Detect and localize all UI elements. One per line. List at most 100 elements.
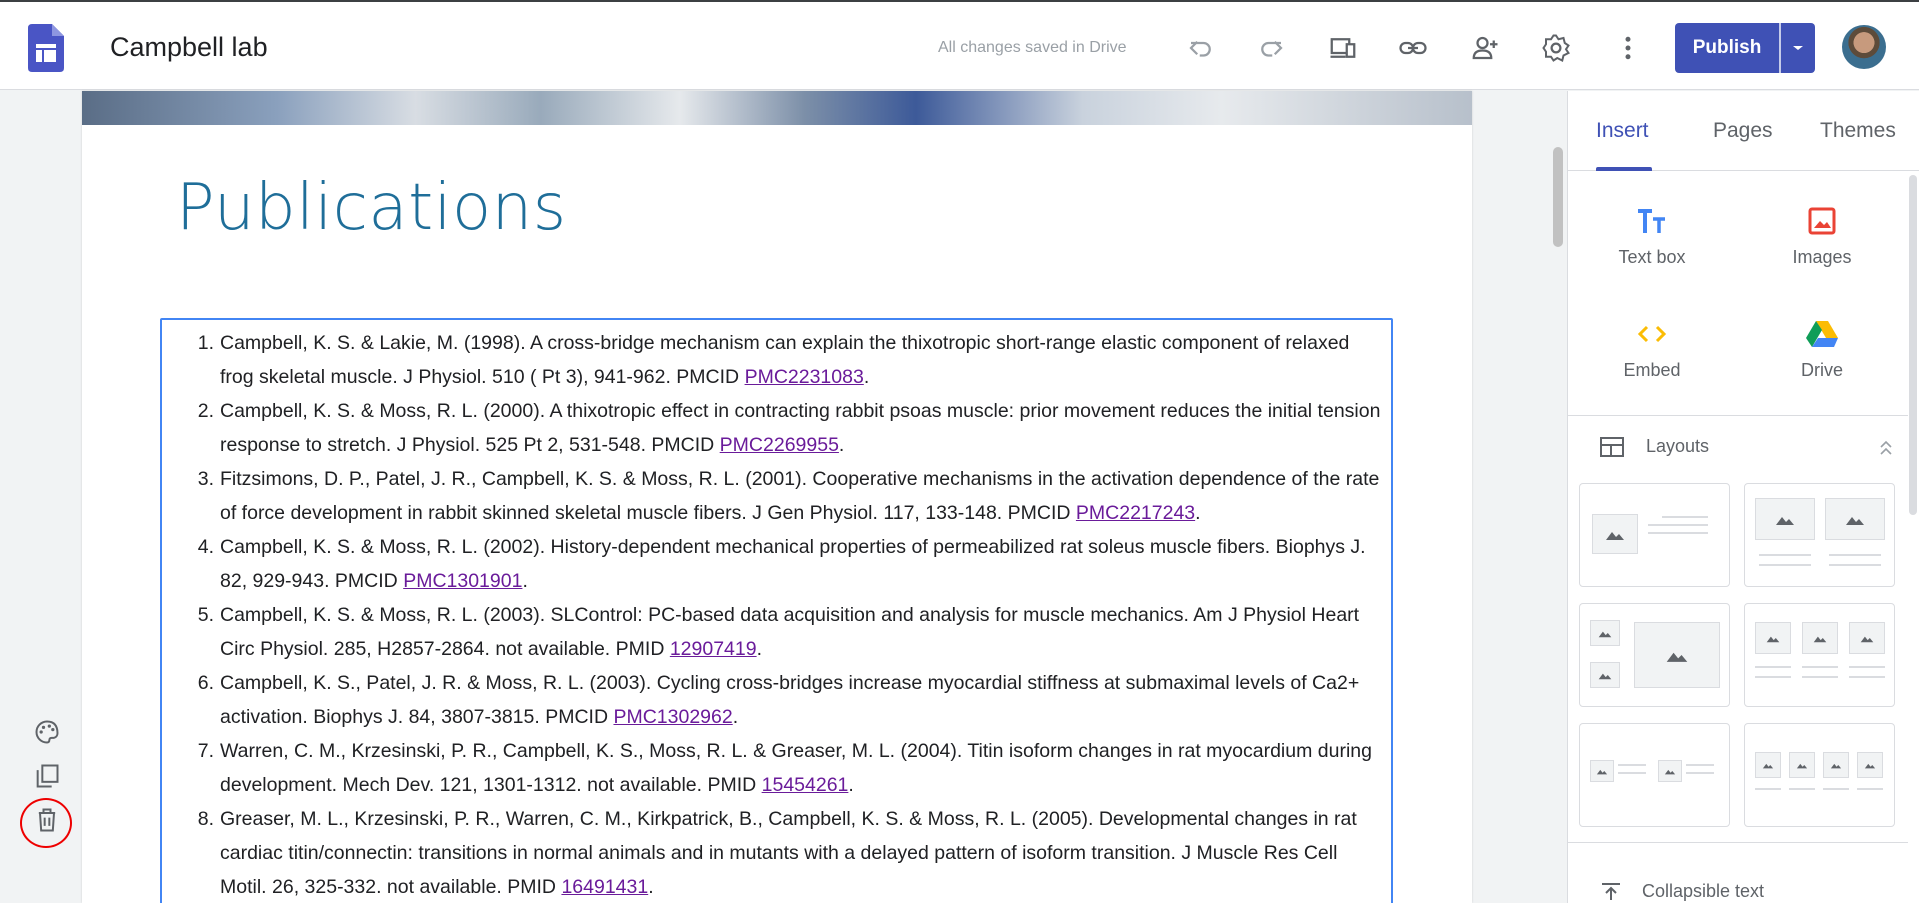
sites-logo-icon[interactable] xyxy=(28,24,64,72)
collapsible-text-label: Collapsible text xyxy=(1642,881,1765,901)
more-icon[interactable] xyxy=(1610,30,1646,66)
layout-card[interactable] xyxy=(1744,723,1895,827)
page-canvas: Publications 1. Campbell, K. S. & Lakie, … xyxy=(82,91,1472,903)
publication-item[interactable]: 3. Fitzsimons, D. P., Patel, J. R., Campb… xyxy=(196,462,1386,530)
citation-end: . xyxy=(522,570,528,592)
section-tools-rail xyxy=(0,91,82,903)
publication-item[interactable]: 2. Campbell, K. S. & Moss, R. L. (2000). … xyxy=(196,394,1386,462)
image-placeholder-icon xyxy=(1590,760,1614,782)
avatar[interactable] xyxy=(1842,25,1886,69)
panel-divider xyxy=(1568,415,1908,416)
citation-end: . xyxy=(648,876,654,898)
layouts-header[interactable]: Layouts xyxy=(1600,436,1709,457)
text-box-icon xyxy=(1592,203,1712,239)
citation-link[interactable]: PMC2231083 xyxy=(745,366,864,388)
drive-icon xyxy=(1762,316,1882,352)
image-placeholder-icon xyxy=(1755,752,1781,778)
image-placeholder-icon xyxy=(1590,662,1620,688)
panel-divider xyxy=(1568,842,1908,843)
publication-item[interactable]: 5. Campbell, K. S. & Moss, R. L. (2003). … xyxy=(196,598,1386,666)
citation-text: Fitzsimons, D. P., Patel, J. R., Campbel… xyxy=(220,468,1380,524)
image-placeholder-icon xyxy=(1802,622,1838,654)
publish-button[interactable]: Publish xyxy=(1675,23,1779,73)
layout-card[interactable] xyxy=(1744,483,1895,587)
layout-card[interactable] xyxy=(1579,483,1730,587)
insert-text-box[interactable]: Text box xyxy=(1592,203,1712,268)
preview-icon[interactable] xyxy=(1325,30,1361,66)
citation-end: . xyxy=(863,366,870,388)
citation-end: . xyxy=(1195,502,1201,524)
publication-item[interactable]: 4. Campbell, K. S. & Moss, R. L. (2002). … xyxy=(196,530,1386,598)
citation-link[interactable]: PMC1302962 xyxy=(613,706,732,728)
insert-images[interactable]: Images xyxy=(1762,203,1882,268)
drive-label: Drive xyxy=(1800,360,1843,380)
citation-text: Campbell, K. S., Patel, J. R. & Moss, R.… xyxy=(220,672,1360,728)
link-icon[interactable] xyxy=(1395,30,1431,66)
citation-link[interactable]: PMC2269955 xyxy=(720,434,839,456)
annotation-circle xyxy=(20,798,72,848)
insert-embed[interactable]: Embed xyxy=(1592,316,1712,381)
list-number: 6. xyxy=(197,672,214,694)
list-number: 7. xyxy=(197,740,214,762)
layouts-label: Layouts xyxy=(1646,436,1710,456)
publication-item[interactable]: 7. Warren, C. M., Krzesinski, P. R., Camp… xyxy=(196,734,1386,802)
publication-item[interactable]: 1. Campbell, K. S. & Lakie, M. (1998). A … xyxy=(196,326,1386,394)
collapse-icon[interactable] xyxy=(1878,440,1894,456)
insert-collapsible-text[interactable]: Collapsible text xyxy=(1600,881,1764,902)
publication-item[interactable]: 6. Campbell, K. S., Patel, J. R. & Moss, … xyxy=(196,666,1386,734)
header-banner-image[interactable] xyxy=(82,91,1472,125)
active-tab-indicator xyxy=(1596,167,1652,171)
publication-item[interactable]: 8. Greaser, M. L., Krzesinski, P. R., War… xyxy=(196,802,1386,903)
share-icon[interactable] xyxy=(1467,30,1503,66)
canvas-scrollbar[interactable] xyxy=(1553,147,1563,247)
tab-pages[interactable]: Pages xyxy=(1713,119,1773,143)
list-number: 4. xyxy=(197,536,214,558)
tab-insert[interactable]: Insert xyxy=(1596,119,1649,143)
citation-end: . xyxy=(848,774,854,796)
image-placeholder-icon xyxy=(1590,620,1620,646)
embed-label: Embed xyxy=(1623,360,1681,380)
image-placeholder-icon xyxy=(1755,622,1791,654)
citation-link[interactable]: PMC2217243 xyxy=(1076,502,1195,524)
citation-end: . xyxy=(756,638,763,660)
tab-themes[interactable]: Themes xyxy=(1820,119,1896,143)
image-placeholder-icon xyxy=(1857,752,1883,778)
citation-link[interactable]: 12907419 xyxy=(670,638,757,660)
layout-card[interactable] xyxy=(1744,603,1895,707)
citation-link[interactable]: 16491431 xyxy=(561,876,648,898)
palette-icon[interactable] xyxy=(30,715,64,749)
image-placeholder-icon xyxy=(1755,498,1815,540)
panel-tabs: Insert Pages Themes xyxy=(1568,91,1919,171)
publications-list: 1. Campbell, K. S. & Lakie, M. (1998). A … xyxy=(196,326,1386,903)
list-number: 2. xyxy=(197,400,214,422)
top-bar: Campbell lab All changes saved in Drive … xyxy=(0,0,1919,90)
insert-panel: Insert Pages Themes Text box Images Embe… xyxy=(1567,91,1919,903)
list-number: 3. xyxy=(197,468,214,490)
image-placeholder-icon xyxy=(1634,622,1720,688)
image-placeholder-icon xyxy=(1789,752,1815,778)
page-heading[interactable]: Publications xyxy=(176,171,567,245)
publish-button-group: Publish xyxy=(1675,23,1815,73)
citation-text: Campbell, K. S. & Moss, R. L. (2002). Hi… xyxy=(220,536,1366,592)
chevron-down-icon xyxy=(1793,46,1803,50)
citation-link[interactable]: PMC1301901 xyxy=(403,570,522,592)
list-number: 1. xyxy=(197,332,214,354)
undo-icon[interactable] xyxy=(1183,30,1219,66)
settings-icon[interactable] xyxy=(1538,30,1574,66)
citation-link[interactable]: 15454261 xyxy=(762,774,849,796)
site-title[interactable]: Campbell lab xyxy=(110,32,268,63)
list-number: 5. xyxy=(197,604,214,626)
image-placeholder-icon xyxy=(1823,752,1849,778)
panel-scrollbar[interactable] xyxy=(1909,175,1917,515)
text-box-label: Text box xyxy=(1618,247,1686,267)
layout-card[interactable] xyxy=(1579,603,1730,707)
publications-text-box[interactable]: 1. Campbell, K. S. & Lakie, M. (1998). A … xyxy=(160,318,1393,903)
layout-card[interactable] xyxy=(1579,723,1730,827)
duplicate-icon[interactable] xyxy=(30,759,64,793)
insert-drive[interactable]: Drive xyxy=(1762,316,1882,381)
image-placeholder-icon xyxy=(1825,498,1885,540)
publish-options-button[interactable] xyxy=(1781,23,1815,73)
citation-text: Campbell, K. S. & Moss, R. L. (2003). SL… xyxy=(220,604,1360,660)
image-placeholder-icon xyxy=(1849,622,1885,654)
redo-icon[interactable] xyxy=(1253,30,1289,66)
